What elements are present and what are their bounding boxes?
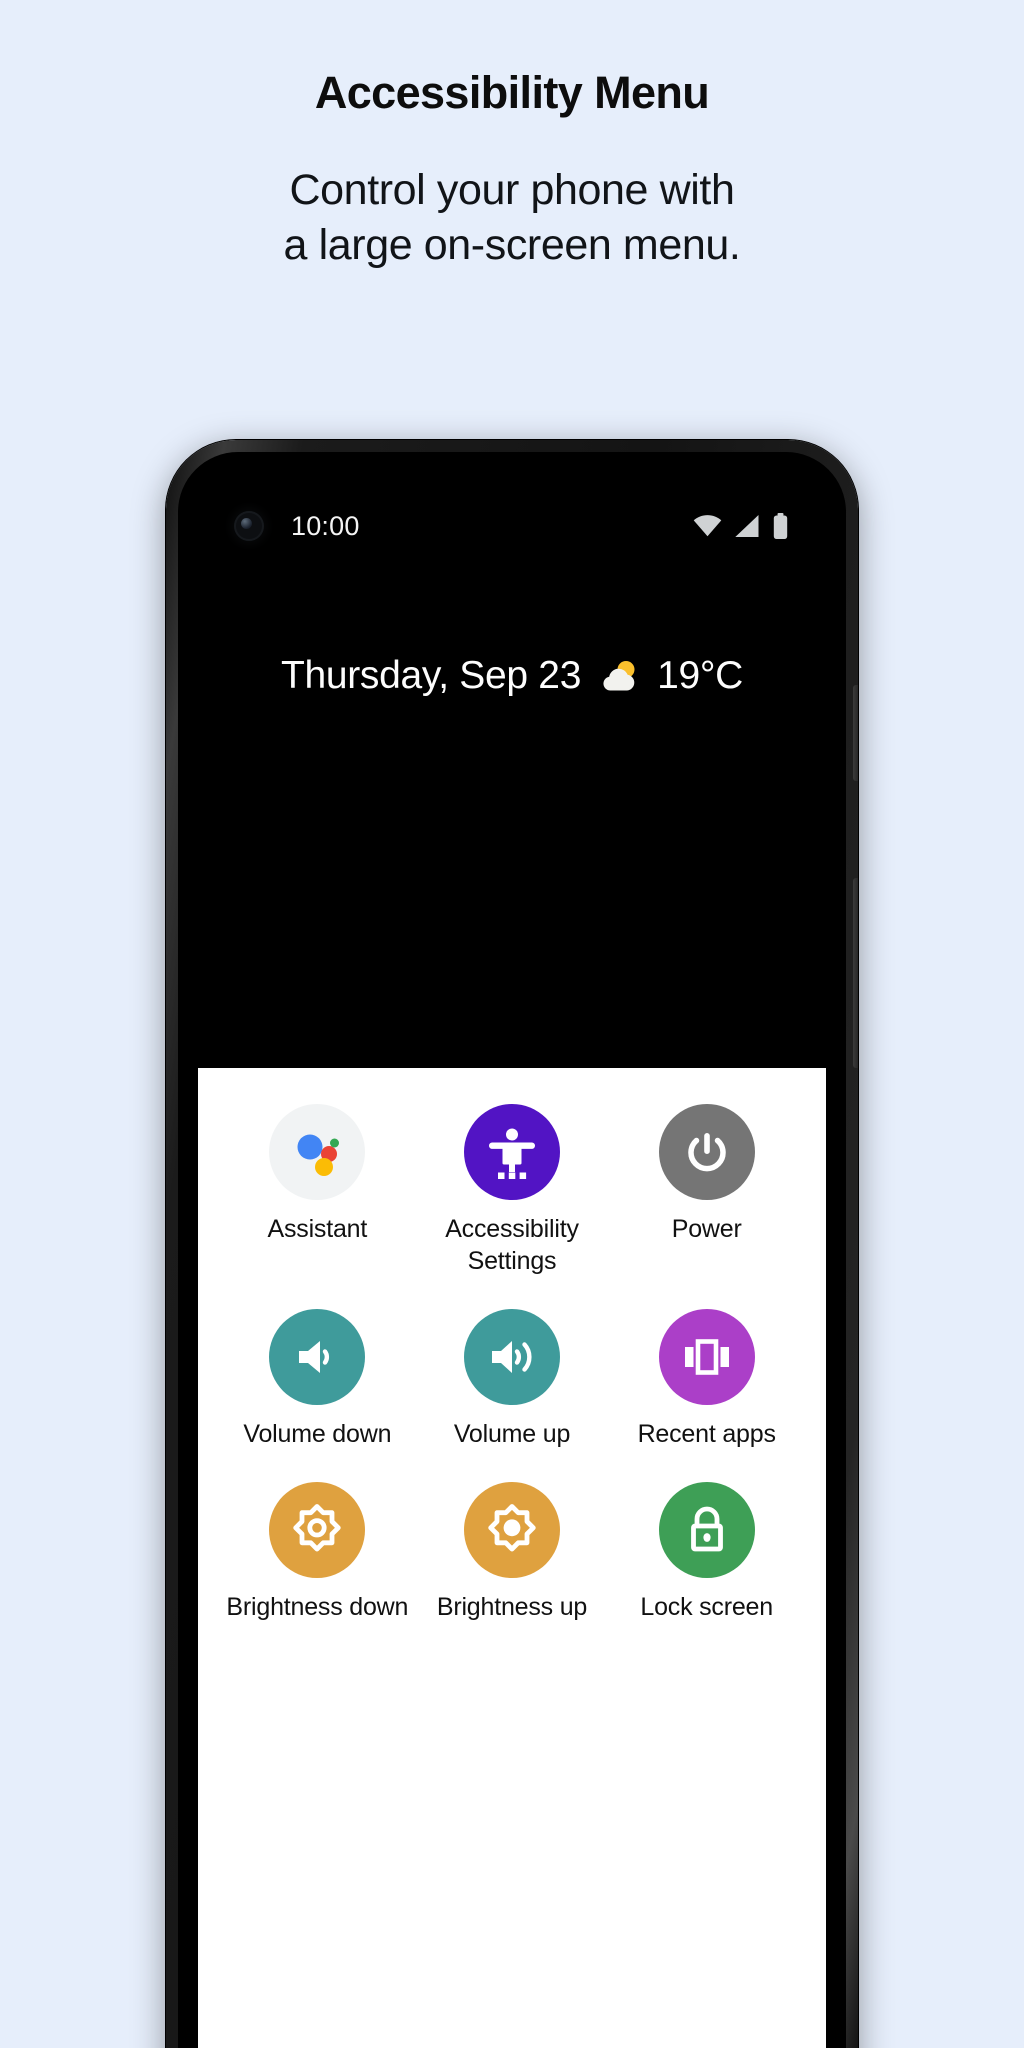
phone-frame: 10:00 Thursday, Sep 23 19°C Assistant Ac… [166, 440, 858, 2048]
menu-item-label: Accessibility Settings [445, 1215, 579, 1275]
status-bar: 10:00 [198, 472, 826, 580]
recent-apps-icon[interactable] [658, 1309, 755, 1405]
wifi-icon [693, 515, 722, 537]
brightness-down-icon[interactable] [269, 1482, 366, 1578]
accessibility-icon[interactable] [463, 1104, 560, 1200]
menu-item-power[interactable]: Power [609, 1104, 804, 1277]
volume-down-icon[interactable] [269, 1309, 366, 1405]
home-date: Thursday, Sep 23 [280, 654, 582, 697]
brightness-up-icon[interactable] [463, 1482, 560, 1578]
phone-bezel: 10:00 Thursday, Sep 23 19°C Assistant Ac… [178, 452, 846, 2048]
volume-up-icon[interactable] [463, 1309, 560, 1405]
menu-item-brightness-down[interactable]: Brightness down [220, 1482, 415, 1623]
menu-item-label: Assistant [267, 1215, 368, 1243]
power-side-button[interactable] [853, 685, 858, 781]
menu-item-label: Volume down [243, 1420, 392, 1448]
menu-item-label: Brightness up [436, 1593, 588, 1621]
home-date-weather: Thursday, Sep 23 19°C [198, 654, 826, 698]
subtitle-line-1: Control your phone with [289, 165, 735, 214]
cellular-signal-icon [735, 515, 760, 537]
subtitle-line-2: a large on-screen menu. [283, 220, 741, 269]
menu-item-volume-down[interactable]: Volume down [220, 1309, 415, 1450]
menu-item-accessibility-settings[interactable]: Accessibility Settings [415, 1104, 610, 1277]
page-title: Accessibility Menu [314, 67, 710, 118]
home-temperature: 19°C [657, 654, 744, 697]
menu-item-label: Volume up [453, 1420, 571, 1448]
status-bar-icons [693, 513, 788, 539]
menu-item-label: Brightness down [226, 1593, 409, 1621]
menu-item-volume-up[interactable]: Volume up [415, 1309, 610, 1450]
menu-item-label: Recent apps [637, 1420, 776, 1448]
menu-item-lock-screen[interactable]: Lock screen [609, 1482, 804, 1623]
accessibility-menu-grid: Assistant Accessibility Settings Power V… [220, 1104, 804, 1623]
menu-item-assistant[interactable]: Assistant [220, 1104, 415, 1277]
menu-item-recent-apps[interactable]: Recent apps [609, 1309, 804, 1450]
promo-header: Accessibility Menu Control your phone wi… [0, 0, 1024, 273]
lock-icon[interactable] [658, 1482, 755, 1578]
phone-screen: 10:00 Thursday, Sep 23 19°C Assistant Ac… [198, 472, 826, 2048]
page-subtitle: Control your phone with a large on-scree… [0, 163, 1024, 273]
menu-item-brightness-up[interactable]: Brightness up [415, 1482, 610, 1623]
battery-icon [773, 513, 788, 539]
partly-cloudy-icon [597, 654, 641, 698]
menu-item-label: Power [671, 1215, 742, 1243]
google-assistant-icon[interactable] [269, 1104, 366, 1200]
accessibility-menu-sheet: Assistant Accessibility Settings Power V… [198, 1068, 826, 2048]
menu-item-label: Lock screen [640, 1593, 773, 1621]
power-icon[interactable] [658, 1104, 755, 1200]
phone-mockup: 10:00 Thursday, Sep 23 19°C Assistant Ac… [166, 440, 858, 2048]
volume-side-button[interactable] [853, 878, 858, 1068]
front-camera-icon [234, 511, 264, 541]
status-bar-clock: 10:00 [291, 510, 360, 541]
